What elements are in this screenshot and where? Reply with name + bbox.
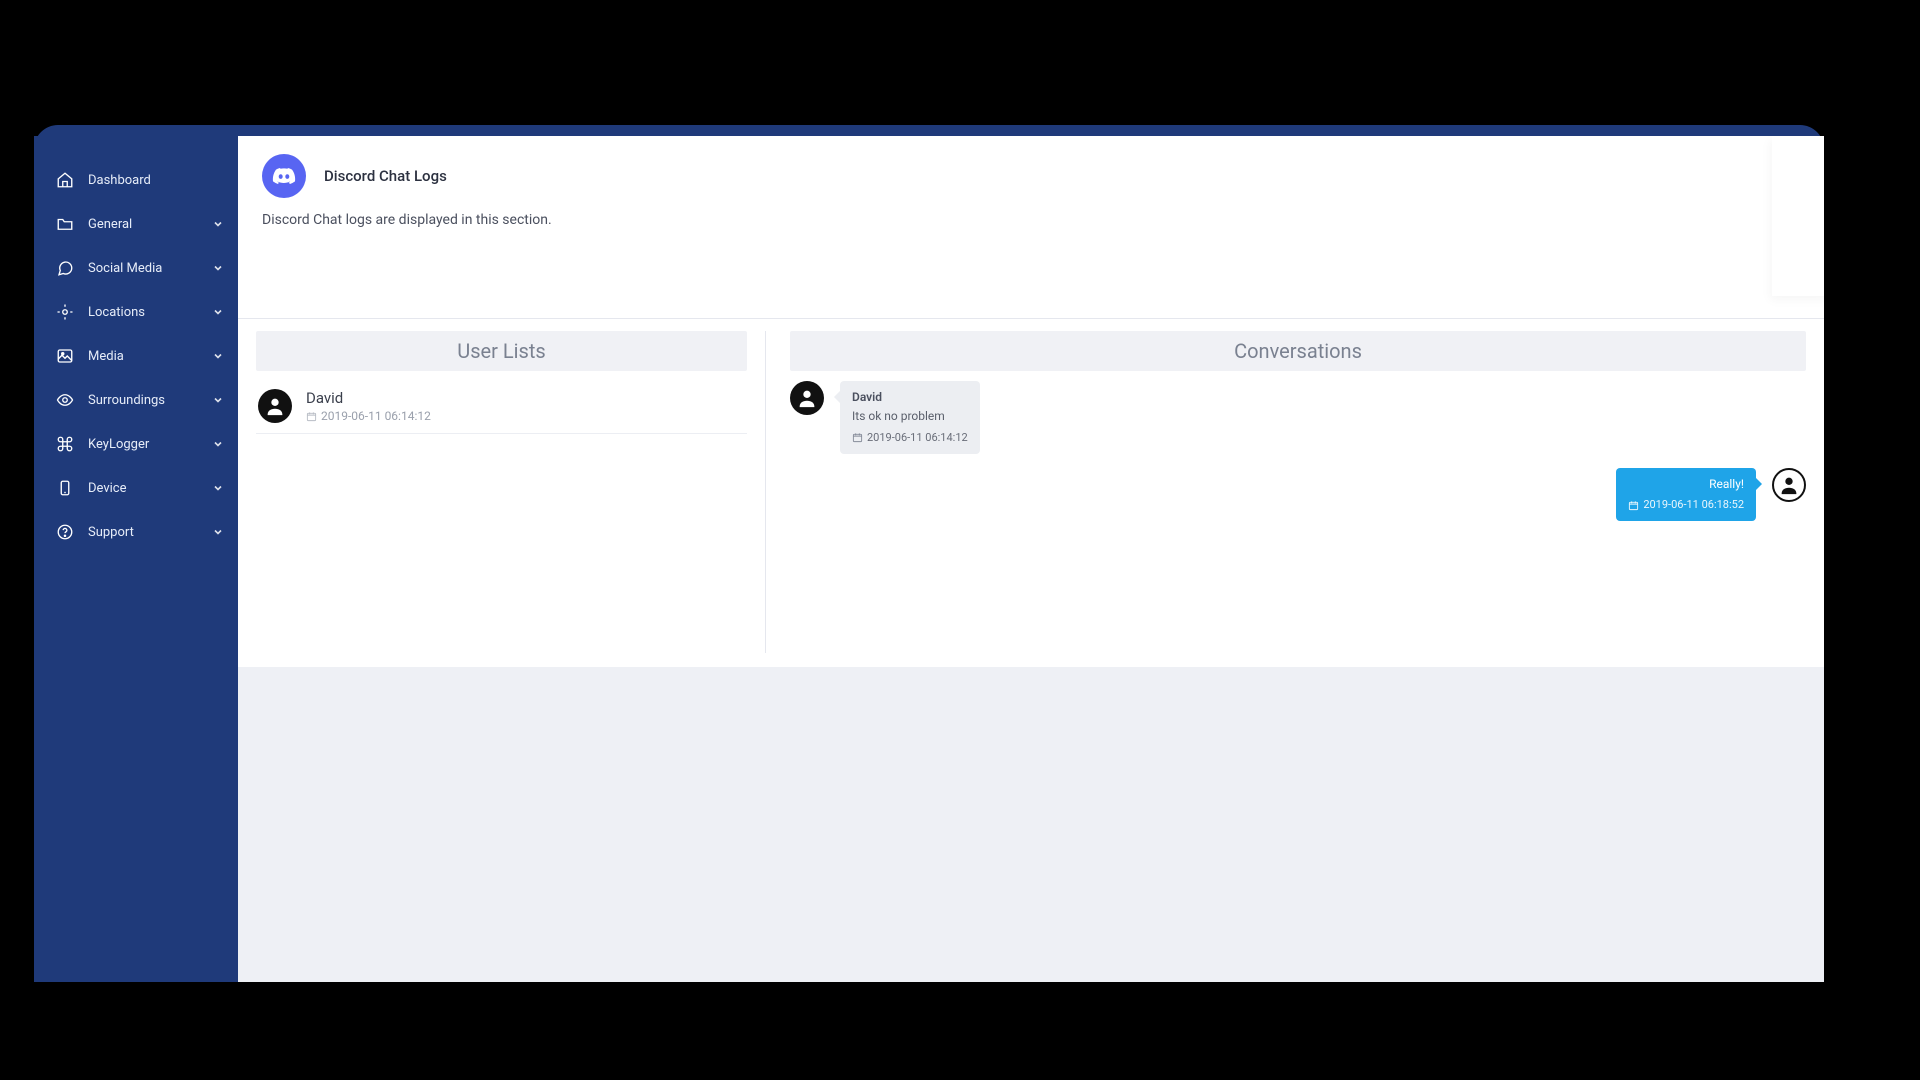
sidebar-item-label: Surroundings [88, 393, 212, 408]
avatar-icon [258, 389, 292, 423]
user-lists-panel: User Lists David 2019-06-11 06:14:12 [256, 331, 766, 653]
main-area: Discord Chat Logs Discord Chat logs are … [238, 136, 1824, 982]
avatar-icon [1772, 468, 1806, 502]
sidebar-item-social-media[interactable]: Social Media [34, 246, 238, 290]
sidebar-item-label: Media [88, 349, 212, 364]
message-timestamp: 2019-06-11 06:14:12 [852, 430, 968, 446]
message-bubble[interactable]: David Its ok no problem 2019-06-11 06:14… [840, 381, 980, 454]
panel-title-conversations: Conversations [790, 331, 1806, 371]
sidebar: Dashboard General Social Media [34, 136, 238, 982]
sidebar-item-dashboard[interactable]: Dashboard [34, 158, 238, 202]
sidebar-item-label: Support [88, 525, 212, 540]
chat-icon [56, 259, 74, 277]
chevron-down-icon [212, 394, 224, 406]
home-icon [56, 171, 74, 189]
calendar-icon [1628, 500, 1639, 511]
topbar-overflow-panel [1772, 136, 1824, 296]
help-icon [56, 523, 74, 541]
chevron-down-icon [212, 218, 224, 230]
sidebar-item-device[interactable]: Device [34, 466, 238, 510]
chevron-down-icon [212, 526, 224, 538]
chevron-down-icon [212, 262, 224, 274]
eye-icon [56, 391, 74, 409]
content-panels: User Lists David 2019-06-11 06:14:12 [238, 319, 1824, 667]
sidebar-item-label: Social Media [88, 261, 212, 276]
sidebar-item-label: General [88, 217, 212, 232]
message-row-incoming: David Its ok no problem 2019-06-11 06:14… [790, 381, 1806, 454]
folder-icon [56, 215, 74, 233]
message-row-outgoing: Really! 2019-06-11 06:18:52 [790, 468, 1806, 521]
sidebar-item-locations[interactable]: Locations [34, 290, 238, 334]
sidebar-item-label: Dashboard [88, 173, 212, 188]
app-frame: Dashboard General Social Media [34, 136, 1824, 982]
command-icon [56, 435, 74, 453]
sidebar-item-keylogger[interactable]: KeyLogger [34, 422, 238, 466]
user-list-item[interactable]: David 2019-06-11 06:14:12 [256, 381, 747, 434]
image-icon [56, 347, 74, 365]
panel-title-user-lists: User Lists [256, 331, 747, 371]
calendar-icon [306, 411, 317, 422]
phone-icon [56, 479, 74, 497]
user-timestamp: 2019-06-11 06:14:12 [306, 409, 431, 423]
chevron-down-icon [212, 350, 224, 362]
page-title: Discord Chat Logs [324, 167, 447, 185]
sidebar-item-general[interactable]: General [34, 202, 238, 246]
page-header: Discord Chat Logs Discord Chat logs are … [238, 136, 1824, 319]
message-body: Its ok no problem [852, 408, 968, 425]
chevron-down-icon [212, 482, 224, 494]
location-icon [56, 303, 74, 321]
message-body: Really! [1628, 476, 1744, 493]
calendar-icon [852, 432, 863, 443]
message-sender: David [852, 389, 968, 406]
page-subtitle: Discord Chat logs are displayed in this … [262, 212, 1800, 228]
conversations-panel: Conversations David Its ok no problem 20… [766, 331, 1806, 653]
sidebar-item-label: Device [88, 481, 212, 496]
sidebar-item-label: Locations [88, 305, 212, 320]
message-timestamp: 2019-06-11 06:18:52 [1628, 497, 1744, 513]
chevron-down-icon [212, 438, 224, 450]
discord-icon [262, 154, 306, 198]
sidebar-item-label: KeyLogger [88, 437, 212, 452]
sidebar-item-surroundings[interactable]: Surroundings [34, 378, 238, 422]
chevron-down-icon [212, 306, 224, 318]
avatar-icon [790, 381, 824, 415]
message-bubble[interactable]: Really! 2019-06-11 06:18:52 [1616, 468, 1756, 521]
sidebar-item-media[interactable]: Media [34, 334, 238, 378]
user-name: David [306, 389, 431, 407]
sidebar-item-support[interactable]: Support [34, 510, 238, 554]
